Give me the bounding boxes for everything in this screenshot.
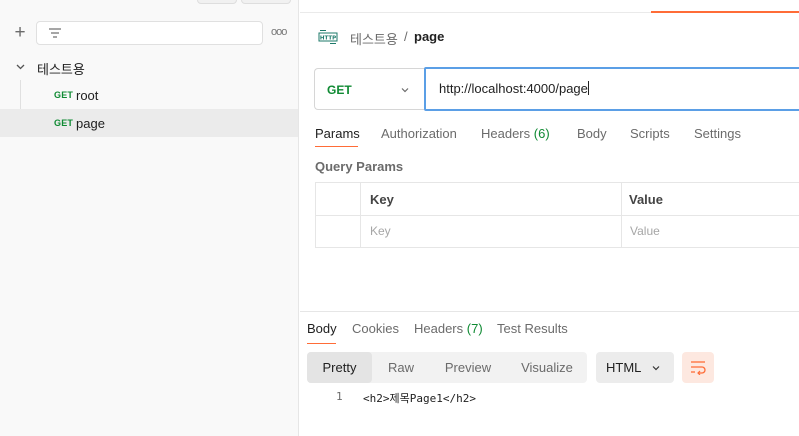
- method-value: GET: [327, 83, 352, 97]
- tab-params[interactable]: Params: [315, 126, 360, 141]
- column-header-key: Key: [370, 192, 394, 207]
- toolbar-button-stub[interactable]: [197, 0, 237, 4]
- response-tab-body[interactable]: Body: [307, 321, 337, 336]
- table-divider: [360, 183, 361, 247]
- url-value: http://localhost:4000/page: [439, 81, 589, 96]
- chevron-down-icon: [401, 88, 409, 93]
- sidebar-item-label: page: [76, 116, 105, 131]
- active-tab-underline: [307, 343, 336, 344]
- http-icon: HTTP: [318, 30, 338, 44]
- tab-body[interactable]: Body: [577, 126, 607, 141]
- language-value: HTML: [606, 360, 642, 375]
- wrap-lines-icon: [691, 361, 706, 375]
- query-params-title: Query Params: [315, 159, 404, 174]
- query-params-table: Key Value Key Value: [315, 182, 799, 248]
- view-visualize-button[interactable]: Visualize: [509, 352, 585, 383]
- collection-name: 테스트용: [37, 62, 85, 77]
- wrap-lines-button[interactable]: [682, 352, 714, 383]
- svg-text:HTTP: HTTP: [320, 36, 336, 42]
- chevron-down-icon[interactable]: [15, 61, 26, 72]
- sidebar: + ooo 테스트용 GET root GET page: [0, 0, 299, 436]
- breadcrumb-request[interactable]: page: [414, 29, 444, 44]
- breadcrumb-separator: /: [404, 29, 408, 44]
- method-tag: GET: [54, 90, 74, 100]
- response-tab-headers[interactable]: Headers (7): [414, 321, 483, 336]
- chevron-down-icon: [652, 366, 660, 371]
- view-preview-button[interactable]: Preview: [431, 352, 505, 383]
- active-tab-underline: [315, 146, 358, 147]
- headers-count: (6): [533, 126, 550, 141]
- breadcrumb-collection[interactable]: 테스트용: [350, 29, 398, 48]
- sidebar-item-page[interactable]: GET page: [0, 109, 298, 137]
- postman-window: + ooo 테스트용 GET root GET page HTTP 테스트용 /…: [0, 0, 799, 436]
- collection-row[interactable]: 테스트용: [0, 56, 298, 78]
- tab-headers[interactable]: Headers (6): [481, 126, 550, 141]
- code-line: <h2>제목Page1</h2>: [363, 392, 476, 405]
- sidebar-item-label: root: [76, 88, 99, 103]
- search-filter-input[interactable]: [36, 21, 263, 45]
- line-number: 1: [336, 390, 343, 403]
- sidebar-item-root[interactable]: GET root: [0, 81, 298, 109]
- method-tag: GET: [54, 118, 74, 128]
- method-select[interactable]: GET: [314, 68, 424, 110]
- tab-scripts[interactable]: Scripts: [630, 126, 670, 141]
- view-raw-button[interactable]: Raw: [373, 352, 429, 383]
- view-mode-segmented: Pretty Raw Preview Visualize: [307, 352, 587, 383]
- response-divider[interactable]: [300, 311, 799, 312]
- plus-icon[interactable]: +: [11, 23, 29, 42]
- request-editor: HTTP 테스트용 / page GET http://localhost:40…: [300, 0, 799, 436]
- toolbar-button-stub[interactable]: [241, 0, 291, 4]
- headers-count: (7): [466, 321, 483, 336]
- column-header-value: Value: [629, 192, 663, 207]
- response-tab-test-results[interactable]: Test Results: [497, 321, 568, 336]
- tab-authorization[interactable]: Authorization: [381, 126, 457, 141]
- language-select[interactable]: HTML: [596, 352, 674, 383]
- table-divider: [316, 215, 799, 216]
- more-dots-icon[interactable]: ooo: [271, 25, 287, 39]
- tab-settings[interactable]: Settings: [694, 126, 741, 141]
- text-caret: [587, 81, 589, 95]
- filter-lines-icon[interactable]: [48, 27, 62, 39]
- table-divider: [621, 183, 622, 247]
- param-key-input[interactable]: Key: [370, 224, 391, 238]
- param-value-input[interactable]: Value: [630, 224, 660, 238]
- response-tab-cookies[interactable]: Cookies: [352, 321, 399, 336]
- view-pretty-button[interactable]: Pretty: [307, 352, 372, 383]
- active-tab-accent: [651, 11, 799, 13]
